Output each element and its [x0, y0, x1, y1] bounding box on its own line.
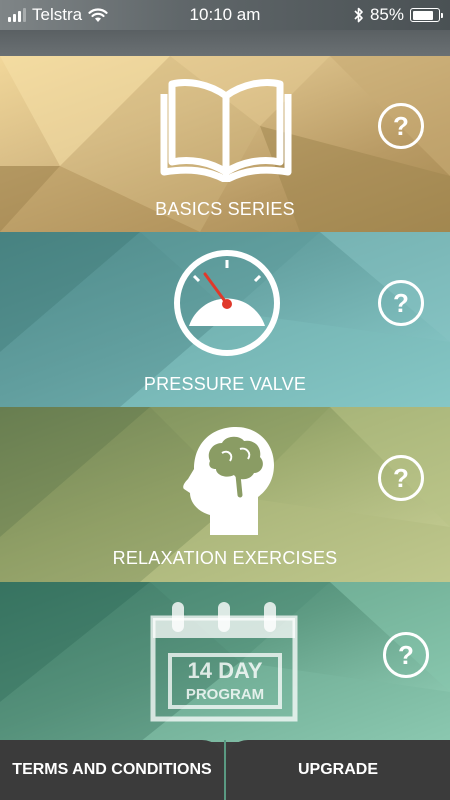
fourteen-day-program-tile[interactable]: 14 DAY PROGRAM ? [0, 582, 450, 742]
open-book-icon [160, 79, 292, 182]
pressure-valve-label: PRESSURE VALVE [143, 374, 307, 394]
basics-series-label: BASICS SERIES [155, 199, 295, 219]
terms-and-conditions-button[interactable]: TERMS AND CONDITIONS [0, 740, 224, 800]
calendar-line2: PROGRAM [186, 686, 264, 703]
help-icon[interactable]: ? [378, 103, 424, 149]
help-icon[interactable]: ? [383, 632, 429, 678]
header-band [0, 30, 450, 56]
pressure-valve-tile[interactable]: PRESSURE VALVE ? [0, 232, 450, 407]
calendar-icon: 14 DAY PROGRAM [150, 602, 298, 722]
basics-series-tile[interactable]: BASICS SERIES ? [0, 56, 450, 232]
bluetooth-icon [354, 7, 363, 23]
battery-icon [410, 8, 443, 22]
head-brain-icon [183, 427, 274, 535]
upgrade-label: UPGRADE [297, 761, 378, 778]
relaxation-exercises-label: RELAXATION EXERCISES [112, 548, 338, 568]
calendar-line1: 14 DAY [187, 658, 262, 683]
relaxation-exercises-tile[interactable]: RELAXATION EXERCISES ? [0, 407, 450, 582]
battery-percent: 85% [369, 5, 404, 24]
help-icon[interactable]: ? [378, 280, 424, 326]
battery-fill [412, 10, 433, 20]
status-bar: Telstra 10:10 am 85% [0, 0, 450, 30]
pressure-gauge-icon [174, 250, 280, 356]
help-icon[interactable]: ? [378, 455, 424, 501]
terms-label: TERMS AND CONDITIONS [12, 761, 212, 778]
bottom-bar: TERMS AND CONDITIONS UPGRADE [0, 740, 450, 800]
upgrade-button[interactable]: UPGRADE [226, 740, 450, 800]
status-right: 85% [354, 5, 443, 25]
